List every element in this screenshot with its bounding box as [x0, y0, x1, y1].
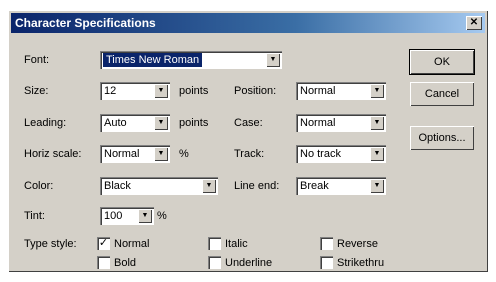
reverse-checkbox-label[interactable]: Reverse	[337, 237, 378, 251]
case-select[interactable]: Normal ▼	[296, 114, 386, 132]
color-value: Black	[104, 180, 131, 192]
chevron-down-icon[interactable]: ▼	[154, 116, 168, 130]
tint-select[interactable]: 100 ▼	[100, 207, 154, 225]
size-unit: points	[179, 85, 209, 97]
title-bar[interactable]: Character Specifications ✕	[11, 13, 485, 33]
leading-label: Leading:	[24, 117, 67, 129]
track-label: Track:	[234, 148, 265, 160]
color-label: Color:	[24, 180, 54, 192]
type-style-label: Type style:	[24, 238, 77, 250]
chevron-down-icon[interactable]: ▼	[370, 116, 384, 130]
chevron-down-icon[interactable]: ▼	[202, 179, 216, 193]
chevron-down-icon[interactable]: ▼	[154, 84, 168, 98]
underline-checkbox[interactable]	[208, 256, 221, 269]
position-label: Position:	[234, 85, 277, 97]
options-button[interactable]: Options...	[410, 126, 474, 150]
italic-checkbox-label[interactable]: Italic	[225, 237, 248, 251]
color-select[interactable]: Black ▼	[100, 177, 218, 195]
chevron-down-icon[interactable]: ▼	[370, 179, 384, 193]
leading-unit: points	[179, 117, 209, 129]
close-icon: ✕	[469, 17, 479, 28]
line-end-label: Line end:	[234, 180, 280, 192]
tint-value: 100	[104, 210, 123, 222]
chevron-down-icon[interactable]: ▼	[266, 53, 280, 67]
reverse-checkbox[interactable]	[320, 237, 333, 250]
font-select[interactable]: Times New Roman ▼	[100, 51, 282, 69]
case-label: Case:	[234, 117, 263, 129]
size-value: 12	[104, 85, 117, 97]
chevron-down-icon[interactable]: ▼	[370, 147, 384, 161]
font-label: Font:	[24, 54, 50, 66]
size-select[interactable]: 12 ▼	[100, 82, 170, 100]
leading-value: Auto	[104, 117, 127, 129]
case-value: Normal	[300, 117, 336, 129]
normal-checkbox[interactable]: ✓	[97, 237, 110, 250]
normal-checkbox-label[interactable]: Normal	[114, 237, 149, 251]
leading-select[interactable]: Auto ▼	[100, 114, 170, 132]
position-value: Normal	[300, 85, 336, 97]
underline-checkbox-label[interactable]: Underline	[225, 256, 272, 270]
close-button[interactable]: ✕	[466, 16, 482, 30]
chevron-down-icon[interactable]: ▼	[370, 84, 384, 98]
track-value: No track	[300, 148, 341, 160]
chevron-down-icon[interactable]: ▼	[138, 209, 152, 223]
bold-checkbox-label[interactable]: Bold	[114, 256, 136, 270]
line-end-select[interactable]: Break ▼	[296, 177, 386, 195]
tint-unit: %	[157, 210, 167, 222]
cancel-button[interactable]: Cancel	[410, 82, 474, 106]
check-icon: ✓	[98, 237, 109, 249]
font-value: Times New Roman	[103, 53, 203, 67]
italic-checkbox[interactable]	[208, 237, 221, 250]
horiz-scale-select[interactable]: Normal ▼	[100, 145, 170, 163]
horiz-scale-unit: %	[179, 148, 189, 160]
track-select[interactable]: No track ▼	[296, 145, 386, 163]
line-end-value: Break	[300, 180, 329, 192]
tint-label: Tint:	[24, 210, 45, 222]
position-select[interactable]: Normal ▼	[296, 82, 386, 100]
size-label: Size:	[24, 85, 49, 97]
dialog-title: Character Specifications	[15, 16, 156, 30]
horiz-scale-label: Horiz scale:	[24, 148, 82, 160]
strikethru-checkbox-label[interactable]: Strikethru	[337, 256, 384, 270]
horiz-scale-value: Normal	[104, 148, 140, 160]
chevron-down-icon[interactable]: ▼	[154, 147, 168, 161]
ok-button[interactable]: OK	[409, 49, 475, 75]
strikethru-checkbox[interactable]	[320, 256, 333, 269]
character-specifications-dialog: Character Specifications ✕ Font: Times N…	[8, 10, 488, 272]
bold-checkbox[interactable]	[97, 256, 110, 269]
